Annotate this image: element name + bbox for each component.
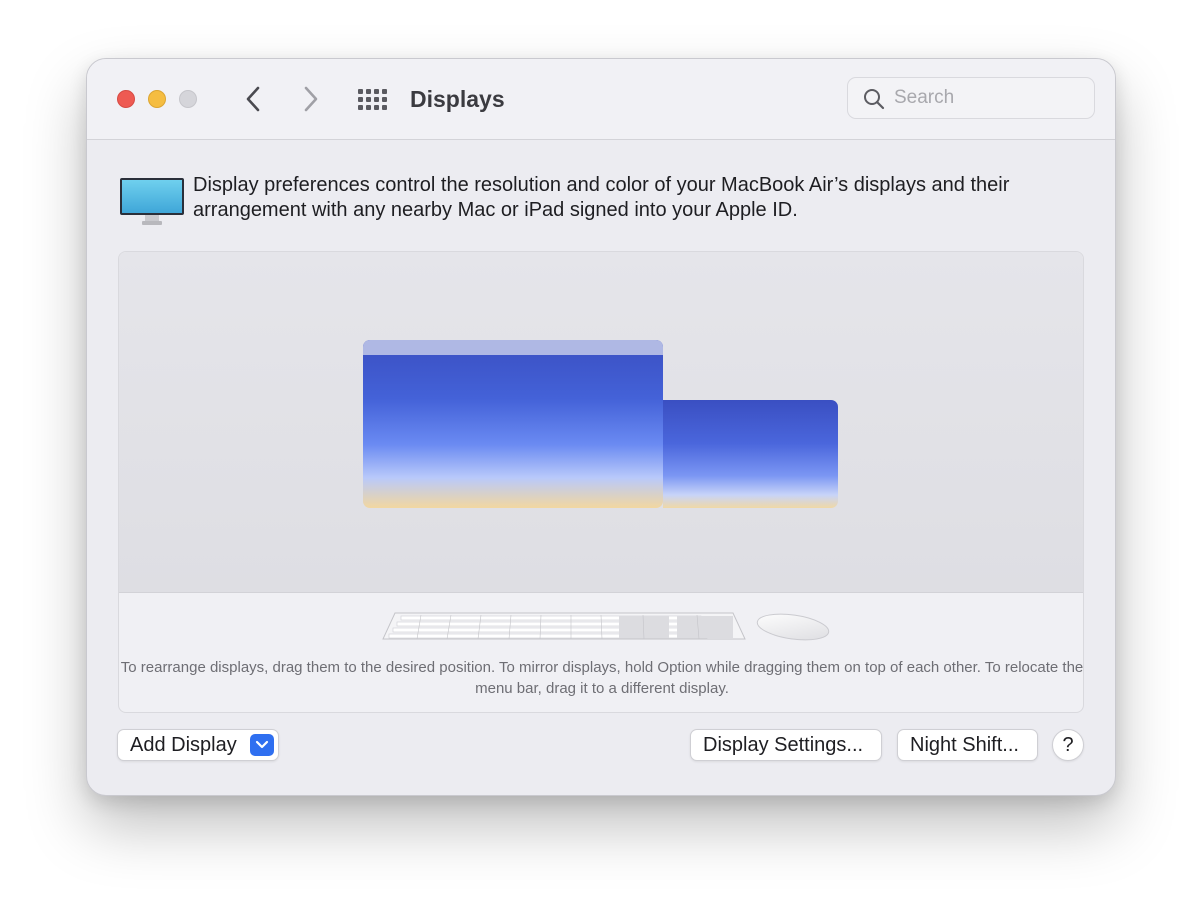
arrangement-hint: To rearrange displays, drag them to the …: [120, 659, 1084, 697]
display-icon: [120, 178, 184, 225]
arrangement-canvas: [119, 252, 1083, 593]
search-field[interactable]: [847, 77, 1095, 119]
add-display-label: Add Display: [130, 734, 237, 756]
window-title: Displays: [410, 86, 505, 112]
grid-icon: [357, 104, 363, 110]
keyboard-icon: [382, 612, 746, 640]
forward-button[interactable]: [295, 83, 327, 115]
chevron-left-icon: [246, 86, 260, 112]
add-display-dropdown[interactable]: [250, 734, 274, 756]
add-display-button[interactable]: Add Display: [117, 729, 279, 761]
grid-icon: [373, 104, 379, 110]
grid-icon: [357, 88, 363, 94]
search-icon: [864, 89, 885, 110]
night-shift-button[interactable]: Night Shift...: [897, 729, 1038, 761]
grid-icon: [381, 96, 387, 102]
close-button[interactable]: [117, 90, 135, 108]
show-all-button[interactable]: [357, 86, 387, 112]
display-arrangement: To rearrange displays, drag them to the …: [118, 251, 1084, 713]
chevron-right-icon: [304, 86, 318, 112]
display-settings-button[interactable]: Display Settings...: [690, 729, 882, 761]
help-button[interactable]: ?: [1052, 729, 1084, 761]
toolbar: Displays: [87, 59, 1115, 140]
grid-icon: [365, 104, 371, 110]
grid-icon: [381, 88, 387, 94]
chevron-down-icon: [255, 740, 269, 749]
zoom-button: [179, 90, 197, 108]
secondary-display[interactable]: [663, 400, 838, 508]
info-description: Display preferences control the resoluti…: [193, 174, 1010, 221]
menu-bar-handle[interactable]: [363, 340, 663, 355]
grid-icon: [381, 104, 387, 110]
displays-window: Displays Display preferences control the…: [86, 58, 1116, 796]
minimize-button[interactable]: [148, 90, 166, 108]
grid-icon: [357, 96, 363, 102]
mouse-icon: [756, 613, 830, 641]
grid-icon: [373, 88, 379, 94]
primary-display[interactable]: [363, 340, 663, 508]
back-button[interactable]: [237, 83, 269, 115]
search-input[interactable]: [894, 86, 1084, 110]
grid-icon: [373, 96, 379, 102]
grid-icon: [365, 96, 371, 102]
grid-icon: [365, 88, 371, 94]
